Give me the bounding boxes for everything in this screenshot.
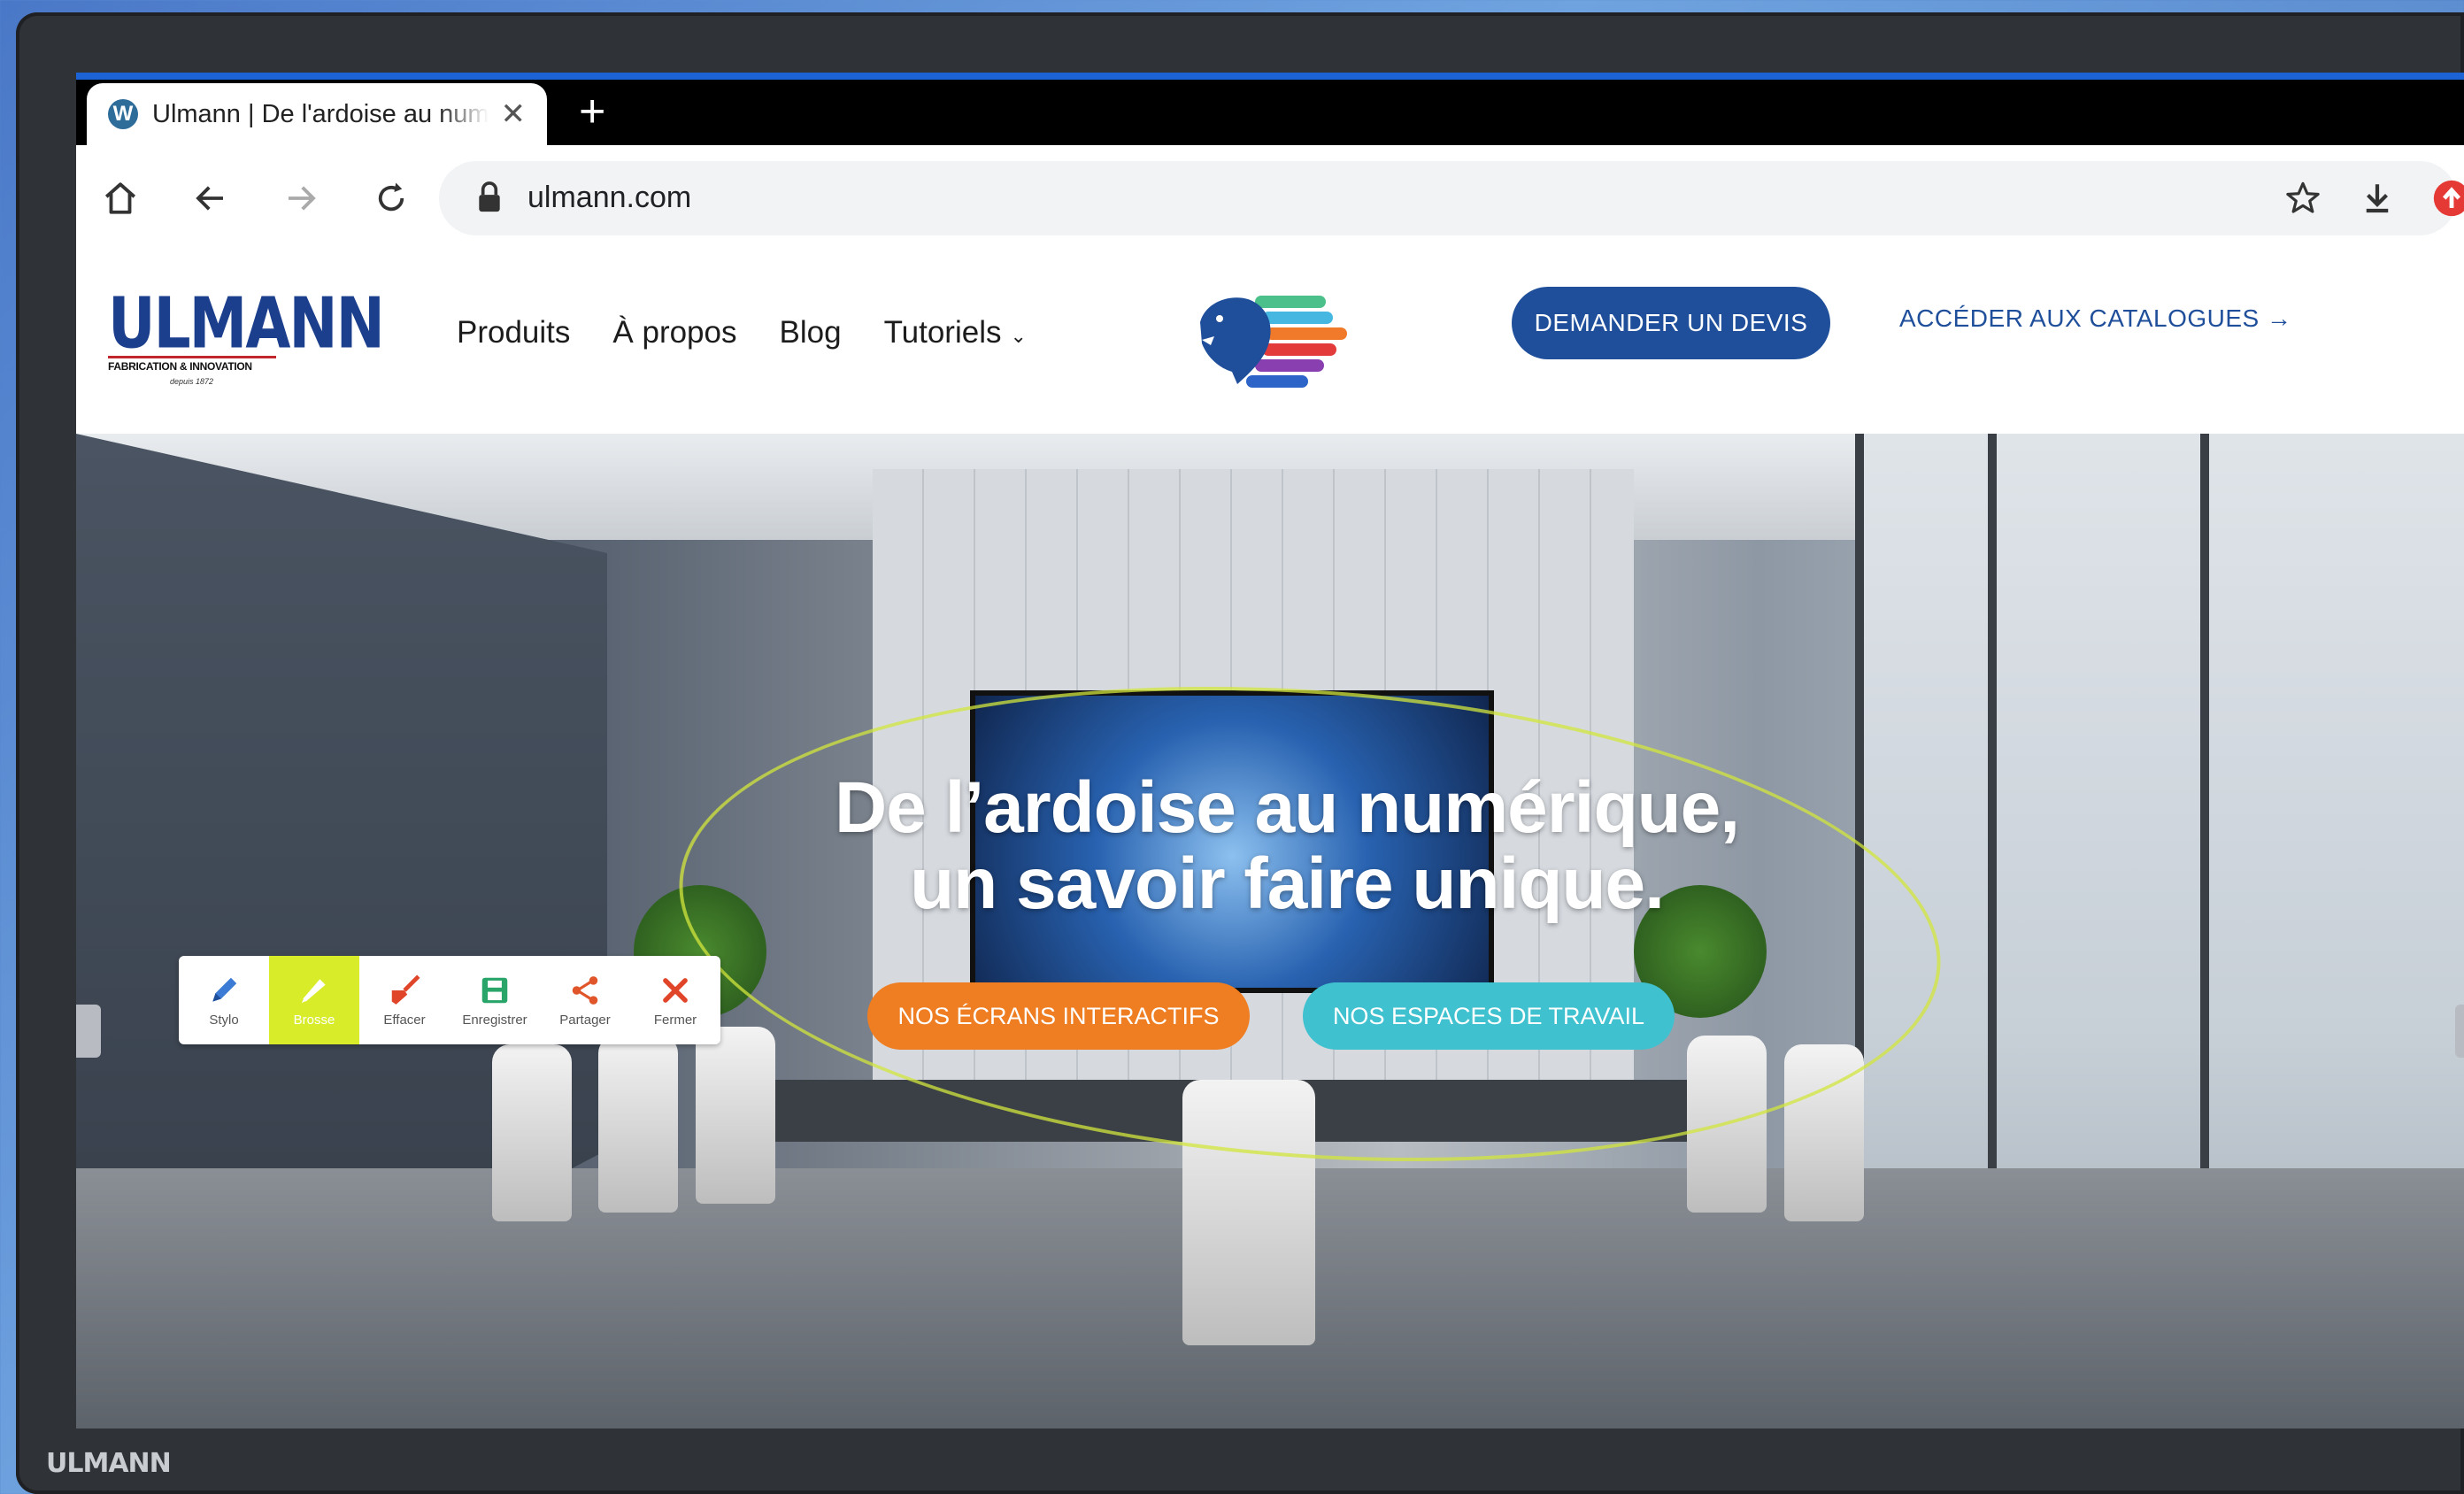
- ulmann-logo[interactable]: ULMANN FABRICATION & INNOVATION depuis 1…: [108, 286, 385, 386]
- close-tab-button[interactable]: ✕: [501, 96, 527, 132]
- reload-icon: [378, 182, 404, 212]
- nav-blog[interactable]: Blog: [780, 315, 842, 350]
- hero-title: De l’ardoise au numérique, un savoir fai…: [76, 770, 2464, 922]
- site-header: ULMANN FABRICATION & INNOVATION depuis 1…: [76, 251, 2464, 434]
- star-icon: [2286, 181, 2320, 213]
- hero-title-line1: De l’ardoise au numérique,: [834, 767, 1740, 848]
- brush-tool[interactable]: Brosse: [269, 956, 359, 1044]
- forward-button[interactable]: [274, 172, 327, 225]
- arrow-left-icon: [196, 186, 223, 211]
- chevron-down-icon: ⌄: [1010, 325, 1027, 347]
- nav-tutoriels[interactable]: Tutoriels ⌄: [884, 315, 1027, 350]
- hero-title-line2: un savoir faire unique.: [910, 843, 1665, 924]
- save-icon: [481, 977, 508, 1003]
- back-button[interactable]: [184, 172, 237, 225]
- reload-button[interactable]: [365, 172, 418, 225]
- bookmark-button[interactable]: [2276, 172, 2329, 225]
- hero-banner: De l’ardoise au numérique, un savoir fai…: [76, 434, 2464, 1429]
- annotation-toolbar: Stylo Brosse Effacer Enregistrer Partage…: [179, 956, 720, 1044]
- tab-strip: W Ulmann | De l'ardoise au numérique ✕ +: [76, 73, 2464, 145]
- home-button[interactable]: [94, 172, 147, 225]
- nav-a-propos[interactable]: À propos: [612, 315, 736, 350]
- address-bar[interactable]: ulmann.com: [439, 161, 2457, 235]
- upload-alert-icon: [2433, 180, 2464, 217]
- download-icon: [2366, 184, 2389, 213]
- right-panel-handle[interactable]: [2455, 1005, 2464, 1058]
- url-text: ulmann.com: [527, 181, 692, 214]
- arrow-right-icon: [289, 186, 316, 211]
- left-panel-handle[interactable]: [76, 1005, 101, 1058]
- erase-tool[interactable]: Effacer: [359, 956, 450, 1044]
- home-icon: [104, 182, 136, 214]
- close-icon: [663, 977, 688, 1003]
- interactive-screens-button[interactable]: NOS ÉCRANS INTERACTIFS: [867, 982, 1250, 1050]
- nav-tutoriels-label: Tutoriels: [883, 315, 1002, 350]
- brush-icon: [301, 978, 326, 1003]
- download-button[interactable]: [2351, 172, 2404, 225]
- save-tool[interactable]: Enregistrer: [450, 956, 540, 1044]
- new-tab-button[interactable]: +: [579, 85, 605, 138]
- chair: [492, 1044, 572, 1221]
- chair: [598, 1036, 678, 1213]
- update-button[interactable]: [2425, 172, 2464, 225]
- eraser-icon: [391, 974, 420, 1005]
- lock-icon: [479, 181, 500, 212]
- accent-line: [76, 73, 2464, 80]
- browser-window: W Ulmann | De l'ardoise au numérique ✕ +: [76, 73, 2464, 1429]
- wordpress-icon: W: [108, 99, 138, 129]
- share-icon: [572, 975, 598, 1005]
- browser-toolbar: ulmann.com: [76, 145, 2464, 252]
- display-monitor: W Ulmann | De l'ardoise au numérique ✕ +: [16, 12, 2464, 1494]
- bear-mascot-logo[interactable]: [1193, 287, 1361, 402]
- share-tool[interactable]: Partager: [540, 956, 630, 1044]
- tab-title: Ulmann | De l'ardoise au numérique: [152, 99, 489, 128]
- browser-tab[interactable]: W Ulmann | De l'ardoise au numérique ✕: [87, 83, 547, 145]
- catalogues-link[interactable]: ACCÉDER AUX CATALOGUES →: [1899, 304, 2292, 333]
- pen-tool[interactable]: Stylo: [179, 956, 269, 1044]
- workspaces-button[interactable]: NOS ESPACES DE TRAVAIL: [1303, 982, 1675, 1050]
- request-quote-button[interactable]: DEMANDER UN DEVIS: [1512, 287, 1830, 359]
- chair: [696, 1027, 775, 1204]
- main-nav: Produits À propos Blog Tutoriels ⌄: [457, 315, 1027, 350]
- close-tool[interactable]: Fermer: [630, 956, 720, 1044]
- bezel-brand-logo: ULMANN: [46, 1448, 172, 1479]
- nav-produits[interactable]: Produits: [457, 315, 570, 350]
- pencil-icon: [212, 977, 237, 1002]
